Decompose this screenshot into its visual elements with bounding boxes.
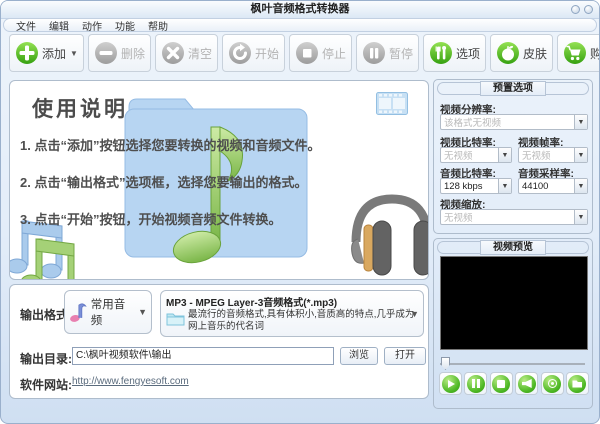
chevron-down-icon: ▼: [498, 179, 511, 193]
skin-button[interactable]: 皮肤: [490, 34, 554, 72]
pause-icon: [466, 374, 485, 393]
chevron-down-icon: ▼: [574, 115, 587, 129]
options-tools-icon: [430, 42, 453, 64]
delete-button[interactable]: 删除: [87, 34, 151, 72]
instruction-step-3: 3. 点击“开始”按钮，开始视频音频文件转换。: [20, 212, 282, 227]
preview-header-rule: 视频预览: [437, 240, 589, 255]
audio-bitrate-select[interactable]: 128 kbps ▼: [440, 178, 512, 194]
preview-header: 视频预览: [480, 240, 546, 255]
video-resolution-select[interactable]: 该格式无视频 ▼: [440, 114, 588, 130]
start-icon: [228, 42, 251, 64]
speaker-icon: [517, 374, 536, 393]
folder-icon: [568, 374, 587, 393]
cart-icon: [564, 42, 587, 64]
snapshot-button[interactable]: [540, 372, 564, 395]
format-category-value: 常用音频: [90, 299, 126, 327]
stop-icon: [295, 42, 318, 64]
minimize-button[interactable]: [571, 5, 580, 14]
seek-track[interactable]: [440, 363, 585, 365]
output-dir-input[interactable]: C:\枫叶视频软件\输出: [72, 347, 334, 365]
close-button[interactable]: [584, 5, 593, 14]
preset-header: 预置选项: [480, 81, 546, 96]
stop-button[interactable]: [489, 372, 513, 395]
menu-action[interactable]: 动作: [82, 18, 102, 33]
preset-header-rule: 预置选项: [437, 81, 589, 96]
open-button[interactable]: 打开: [384, 347, 426, 365]
stop-icon: [492, 374, 511, 393]
chevron-down-icon: ▼: [410, 308, 419, 319]
format-desc-line2: 网上音乐的代名词: [188, 321, 265, 332]
stop-button[interactable]: 停止: [288, 34, 352, 72]
instruction-step-2: 2. 点击“输出格式”选项框，选择您要输出的格式。: [20, 175, 308, 190]
video-preview-screen: [440, 256, 588, 350]
menu-edit[interactable]: 编辑: [49, 18, 69, 33]
preset-options-panel: 预置选项 视频分辨率: 该格式无视频 ▼ 视频比特率: 视频帧率: 无视频 ▼ …: [433, 79, 593, 234]
chevron-down-icon: ▼: [574, 179, 587, 193]
music-note-icon: [70, 303, 87, 322]
minus-icon: [94, 42, 117, 64]
record-dot-icon: [543, 374, 562, 393]
seek-slider[interactable]: [440, 357, 587, 371]
chevron-down-icon: ▼: [574, 148, 587, 162]
browse-button[interactable]: 浏览: [340, 347, 378, 365]
instructions-panel: 使用说明 1. 点击“添加”按钮选择您要转换的视频和音频文件。 2. 点击“输出…: [9, 80, 429, 280]
preview-controls: [439, 372, 589, 395]
add-button[interactable]: 添加 ▼: [9, 34, 84, 72]
audio-samplerate-select[interactable]: 44100 ▼: [518, 178, 588, 194]
apple-icon: [497, 42, 520, 64]
window-title: 枫叶音频格式转换器: [250, 3, 350, 15]
video-framerate-select[interactable]: 无视频 ▼: [518, 147, 588, 163]
app-window: 枫叶音频格式转换器 文件 编辑 动作 功能 帮助 添加 ▼ 删除 清空 开始 停…: [0, 0, 600, 424]
format-category-dropdown[interactable]: 常用音频 ▼: [64, 290, 152, 334]
volume-button[interactable]: [515, 372, 539, 395]
chevron-down-icon: ▼: [138, 307, 147, 317]
plus-icon: [16, 42, 38, 64]
buy-button[interactable]: 购买: [557, 34, 599, 72]
menu-function[interactable]: 功能: [115, 18, 135, 33]
headphones-icon: [351, 194, 428, 276]
folder-icon: [166, 313, 185, 326]
filmstrip-icon: [376, 92, 408, 115]
instructions-title: 使用说明: [32, 98, 128, 121]
website-label: 软件网站:: [20, 378, 72, 392]
play-icon: [441, 374, 460, 393]
video-bitrate-select[interactable]: 无视频 ▼: [440, 147, 512, 163]
chevron-down-icon: ▼: [574, 210, 587, 224]
pause-button[interactable]: [464, 372, 488, 395]
video-scale-select[interactable]: 无视频 ▼: [440, 209, 588, 225]
format-select-dropdown[interactable]: MP3 - MPEG Layer-3音频格式(*.mp3) 最流行的音频格式,具…: [160, 290, 424, 337]
video-preview-panel: 视频预览: [433, 238, 593, 409]
menu-help[interactable]: 帮助: [148, 18, 168, 33]
format-desc-line1: 最流行的音频格式,具有体积小,音质高的特点,几乎成为: [188, 309, 415, 320]
instruction-step-1: 1. 点击“添加”按钮选择您要转换的视频和音频文件。: [20, 138, 321, 153]
clear-x-icon: [161, 42, 184, 64]
format-title: MP3 - MPEG Layer-3音频格式(*.mp3): [166, 298, 338, 309]
pause-icon: [363, 42, 385, 64]
toolbar: 添加 ▼ 删除 清空 开始 停止 暂停 选项 皮肤: [9, 34, 599, 72]
clear-button[interactable]: 清空: [154, 34, 218, 72]
snapshot-folder-button[interactable]: [565, 372, 589, 395]
add-label: 添加: [42, 46, 67, 61]
options-button[interactable]: 选项: [423, 34, 487, 72]
start-button[interactable]: 开始: [221, 34, 285, 72]
chevron-down-icon: ▼: [70, 48, 78, 58]
play-button[interactable]: [439, 372, 462, 395]
title-bar: 枫叶音频格式转换器: [1, 1, 599, 19]
website-link[interactable]: http://www.fengyesoft.com: [72, 376, 189, 387]
output-settings-box: 输出格式: 常用音频 ▼ MP3 - MPEG Layer-3音频格式(*.mp…: [9, 284, 429, 399]
output-dir-label: 输出目录:: [20, 352, 72, 366]
menu-bar: 文件 编辑 动作 功能 帮助: [3, 18, 597, 33]
chevron-down-icon: ▼: [498, 148, 511, 162]
seek-thumb[interactable]: [441, 357, 450, 370]
menu-file[interactable]: 文件: [16, 18, 36, 33]
pause-button[interactable]: 暂停: [356, 34, 420, 72]
